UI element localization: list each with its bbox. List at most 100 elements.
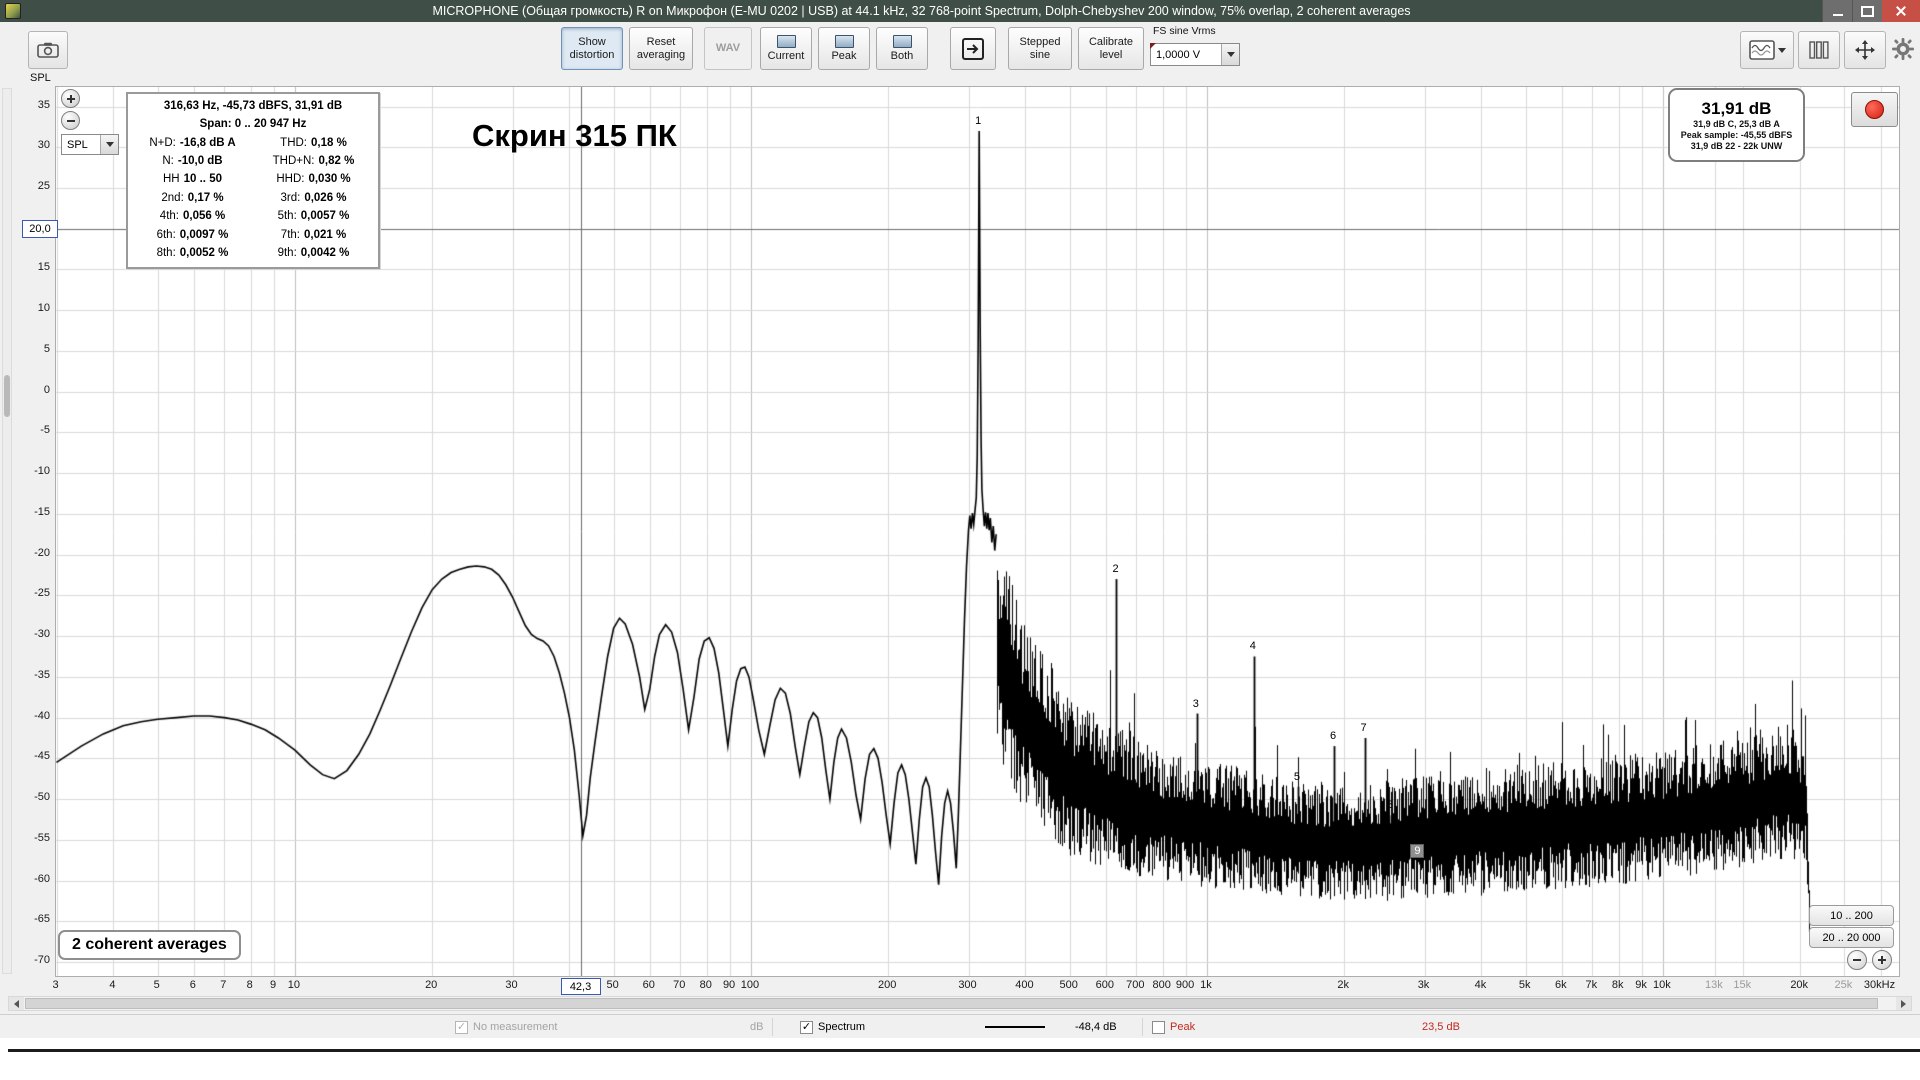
x-axis-tick-label: 30 xyxy=(505,979,518,991)
no-measurement-checkbox[interactable]: ✓ xyxy=(455,1020,468,1034)
zoom-in-button[interactable] xyxy=(61,89,80,108)
x-axis-tick-label: 300 xyxy=(958,979,977,991)
record-button[interactable] xyxy=(1851,92,1898,127)
stepped-sine-button[interactable]: Stepped sine xyxy=(1008,27,1072,70)
display-icon xyxy=(834,34,854,48)
harmonic-label-5: 5 xyxy=(1293,770,1301,783)
y-cursor-readout[interactable]: 20,0 xyxy=(22,219,58,238)
range-button-10-200[interactable]: 10 .. 200 xyxy=(1809,905,1894,926)
zoom-out-button[interactable] xyxy=(61,111,80,130)
minimize-icon xyxy=(1832,13,1843,16)
info-box-row: 4th: 0,056 % 5th: 0,0057 % xyxy=(159,210,350,223)
x-axis-tick-label: 30kHz xyxy=(1863,979,1896,991)
y-axis-tick-label: -45 xyxy=(34,750,50,763)
spectrum-checkbox[interactable]: ✓ xyxy=(800,1020,813,1034)
settings-button[interactable] xyxy=(1888,33,1918,65)
y-axis-tick-label: -35 xyxy=(34,668,50,681)
y-axis-tick-label: -25 xyxy=(34,587,50,600)
plot-annotation: Скрин 315 ПК xyxy=(472,118,677,153)
y-axis-tick-label: -30 xyxy=(34,628,50,641)
y-axis-tick-label: -15 xyxy=(34,505,50,518)
vertical-scrollbar-thumb[interactable] xyxy=(4,375,10,417)
level-main-value: 31,91 dB xyxy=(1701,98,1772,118)
scope-view-button[interactable] xyxy=(1740,31,1794,69)
y-axis-tick-label: -60 xyxy=(34,872,50,885)
level-detail-1: 31,9 dB C, 25,3 dB A xyxy=(1693,118,1780,129)
peak-button[interactable]: Peak xyxy=(818,27,870,70)
current-button[interactable]: Current xyxy=(760,27,812,70)
display-icon xyxy=(892,34,912,48)
close-icon xyxy=(1895,5,1907,17)
horizontal-scrollbar[interactable] xyxy=(8,996,1912,1011)
zoom-out-x-button[interactable] xyxy=(1847,950,1867,970)
x-axis-tick-label: 20 xyxy=(425,979,438,991)
x-axis-tick-label: 15k xyxy=(1733,979,1752,991)
x-axis-tick-label: 3 xyxy=(52,979,59,991)
reset-averaging-button[interactable]: Reset averaging xyxy=(629,27,693,70)
show-distortion-button[interactable]: Show distortion xyxy=(561,27,623,70)
spl-mode-combo[interactable]: SPL xyxy=(61,134,119,155)
span-line: Span: 0 .. 20 947 Hz xyxy=(199,117,307,130)
y-axis-tick-label: -50 xyxy=(34,791,50,804)
peak-checkbox[interactable] xyxy=(1152,1020,1165,1034)
fs-sine-combo[interactable]: 1,0000 V xyxy=(1150,43,1240,66)
horizontal-scrollbar-thumb[interactable] xyxy=(25,998,1879,1009)
y-axis-tick-label: 15 xyxy=(37,261,50,274)
spl-mode-value: SPL xyxy=(67,138,88,151)
x-axis-tick-label: 10 xyxy=(287,979,301,991)
cursor-readout-line: 316,63 Hz, -45,73 dBFS, 31,91 dB xyxy=(163,100,343,112)
fs-sine-label: FS sine Vrms xyxy=(1153,25,1216,37)
x-axis-tick-label: 3k xyxy=(1417,979,1430,991)
current-label: Current xyxy=(767,49,805,62)
harmonic-label-1: 1 xyxy=(975,114,982,127)
y-axis-tick-label: -5 xyxy=(40,424,50,437)
both-button[interactable]: Both xyxy=(876,27,928,70)
peak-label: Peak xyxy=(831,49,857,62)
info-box-row: 8th: 0,0052 % 9th: 0,0042 % xyxy=(156,246,350,259)
status-bar: ✓ No measurement dB ✓ Spectrum -48,4 dB … xyxy=(0,1014,1920,1039)
peak-level-value: 23,5 dB xyxy=(1422,1021,1460,1033)
gear-icon xyxy=(1892,38,1914,60)
close-button[interactable] xyxy=(1882,0,1920,22)
vertical-scrollbar[interactable] xyxy=(2,88,12,974)
calibrate-level-button[interactable]: Calibrate level xyxy=(1078,27,1144,70)
x-axis-tick-label: 100 xyxy=(740,979,760,991)
columns-view-button[interactable] xyxy=(1798,31,1840,69)
window-title: MICROPHONE (Общая громкость) R on Микроф… xyxy=(432,4,1411,18)
x-cursor-readout[interactable]: 42,3 xyxy=(560,978,601,995)
desktop-area xyxy=(0,1038,1920,1080)
fs-sine-value: 1,0000 V xyxy=(1156,48,1201,61)
zoom-in-x-button[interactable] xyxy=(1872,950,1892,970)
maximize-button[interactable] xyxy=(1852,0,1882,22)
minimize-button[interactable] xyxy=(1822,0,1852,22)
y-axis-tick-label: 5 xyxy=(43,342,50,355)
screenshot-button[interactable] xyxy=(28,31,68,69)
y-axis-tick-label: 25 xyxy=(37,179,50,192)
harmonic-label-6: 6 xyxy=(1330,730,1337,743)
generator-button[interactable] xyxy=(950,27,996,70)
y-axis-tick-label: 35 xyxy=(37,98,50,111)
info-box-row: HH 10 .. 50 HHD: 0,030 % xyxy=(163,173,351,186)
app-icon[interactable] xyxy=(5,3,21,19)
scroll-right-arrow[interactable] xyxy=(1896,997,1911,1010)
dropdown-arrow-icon[interactable] xyxy=(100,135,118,154)
info-box-rows: N+D: -16,8 dB A THD: 0,18 % N: -10,0 dB THD+N:… xyxy=(132,134,374,263)
harmonic-label-2: 2 xyxy=(1112,563,1119,576)
range-button-20-20000[interactable]: 20 .. 20 000 xyxy=(1809,927,1894,948)
distortion-info-box: 316,63 Hz, -45,73 dBFS, 31,91 dB Span: 0… xyxy=(126,92,380,270)
info-box-row: N: -10,0 dB THD+N: 0,82 % xyxy=(162,155,355,168)
both-label: Both xyxy=(890,49,914,62)
dropdown-arrow-icon[interactable] xyxy=(1221,44,1239,65)
scroll-left-arrow[interactable] xyxy=(9,997,24,1010)
info-box-row: 6th: 0,0097 % 7th: 0,021 % xyxy=(156,228,347,241)
toolbar: Show distortion Reset averaging WAV Curr… xyxy=(0,22,1920,72)
divider-line xyxy=(8,1049,1920,1052)
spectrum-line-swatch xyxy=(985,1015,1045,1039)
y-axis-tick-label: -55 xyxy=(34,831,50,844)
four-arrows-icon xyxy=(1855,40,1875,60)
wav-button: WAV xyxy=(704,27,752,70)
info-box-row: N+D: -16,8 dB A THD: 0,18 % xyxy=(149,136,347,149)
fit-view-button[interactable] xyxy=(1844,31,1886,69)
horizontal-scrollbar-track[interactable] xyxy=(24,997,1896,1010)
y-axis-tick-label: 0 xyxy=(43,383,50,396)
